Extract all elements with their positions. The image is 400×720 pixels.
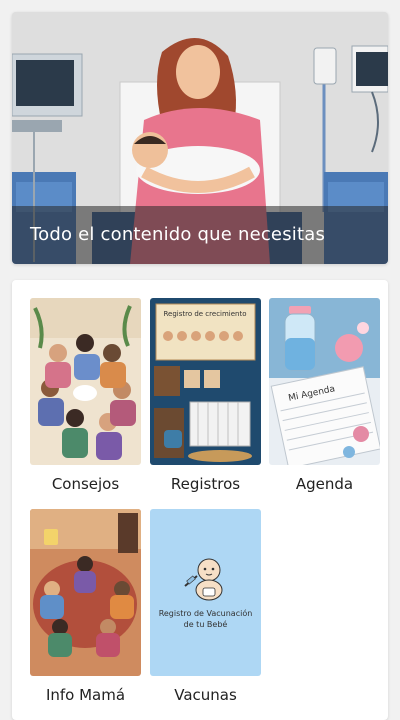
tile-registros[interactable]: Registro de crecimiento Registros <box>150 298 261 493</box>
tile-label: Registros <box>170 475 241 493</box>
consejos-image <box>30 298 141 465</box>
baby-syringe-icon <box>183 558 222 600</box>
tile-label: Info Mamá <box>45 686 126 704</box>
hero-banner[interactable]: Todo el contenido que necesitas <box>12 12 388 264</box>
content-panel: Consejos Registro de crecimiento Registr… <box>12 280 388 720</box>
tile-label: Vacunas <box>174 686 237 704</box>
tile-agenda[interactable]: Mi Agenda Agenda <box>269 298 380 493</box>
tile-vacunas[interactable]: Registro de Vacunación de tu Bebé Vacuna… <box>150 509 261 704</box>
vacunas-image-text: Registro de Vacunación de tu Bebé <box>158 608 253 629</box>
tile-label: Consejos <box>51 475 120 493</box>
registros-image: Registro de crecimiento <box>150 298 261 465</box>
tile-consejos[interactable]: Consejos <box>30 298 141 493</box>
agenda-image: Mi Agenda <box>269 298 380 465</box>
vacunas-image: Registro de Vacunación de tu Bebé <box>150 509 261 676</box>
info-mama-image <box>30 509 141 676</box>
hero-caption: Todo el contenido que necesitas <box>12 206 388 264</box>
registros-chart-title: Registro de crecimiento <box>163 310 246 318</box>
tile-info-mama[interactable]: Info Mamá <box>30 509 141 704</box>
tile-label: Agenda <box>295 475 354 493</box>
